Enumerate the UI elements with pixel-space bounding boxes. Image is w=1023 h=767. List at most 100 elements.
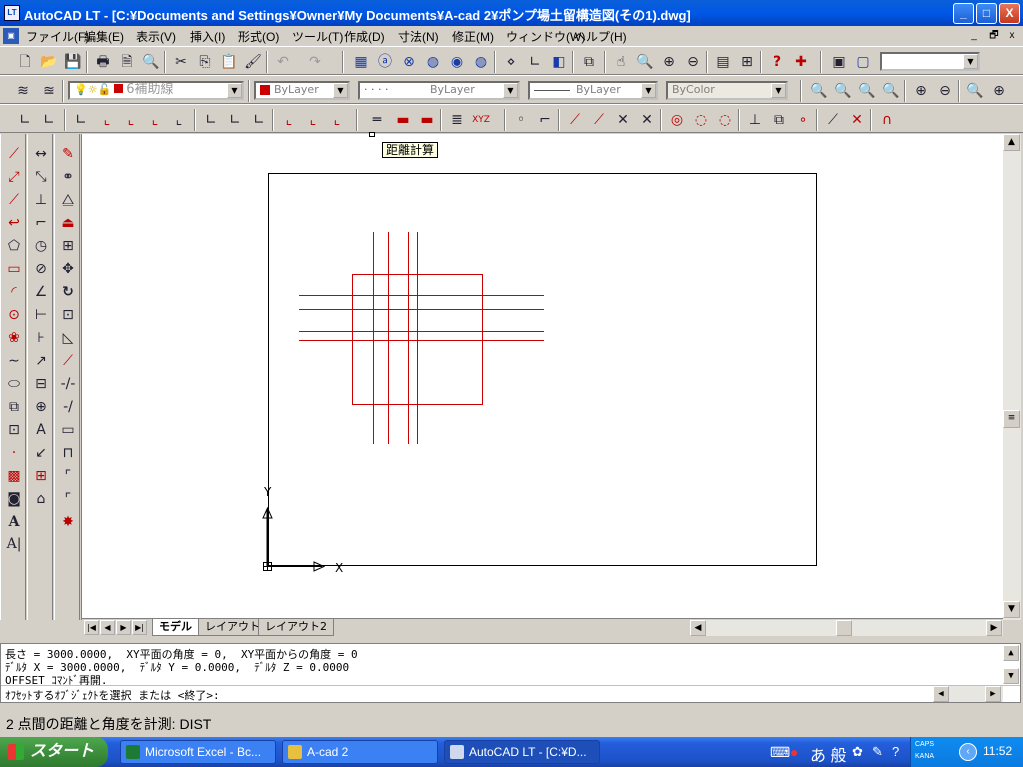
snap-nearest-icon[interactable]: ⟋ bbox=[822, 110, 844, 130]
chevron-down-icon[interactable]: ▼ bbox=[641, 83, 656, 98]
angular-dimension-icon[interactable]: ∠ bbox=[30, 282, 52, 302]
close-button[interactable]: X bbox=[999, 3, 1020, 24]
snap-intersection-icon[interactable]: ✕ bbox=[612, 110, 634, 130]
explode-icon[interactable]: ✸ bbox=[57, 512, 79, 532]
new-feature-icon[interactable]: ✚ bbox=[790, 52, 812, 72]
chevron-down-icon[interactable]: ▼ bbox=[771, 83, 786, 98]
center-mark-icon[interactable]: ⊕ bbox=[30, 397, 52, 417]
tab-first-button[interactable]: |◀ bbox=[84, 620, 99, 635]
chevron-down-icon[interactable]: ▼ bbox=[333, 83, 348, 98]
ucs-orthographic-icon[interactable]: ⌞ bbox=[326, 110, 348, 130]
menu-file[interactable]: ファイル(F) bbox=[26, 28, 89, 45]
ucs-view-icon[interactable]: ⌞ bbox=[144, 110, 166, 130]
quickcalc-icon[interactable]: ▤ bbox=[712, 52, 734, 72]
cut-icon[interactable]: ✂ bbox=[170, 52, 192, 72]
pan-icon[interactable]: ☝ bbox=[610, 52, 632, 72]
ucs-y-icon[interactable]: ∟ bbox=[224, 110, 246, 130]
print-icon[interactable]: 🖶 bbox=[92, 52, 114, 72]
snap-endpoint-icon[interactable]: ⟋ bbox=[564, 110, 586, 130]
zoom-window-icon[interactable]: ⊕ bbox=[658, 52, 680, 72]
ucs-face-icon[interactable]: ⌞ bbox=[120, 110, 142, 130]
cmd-scroll-down-button[interactable]: ▼ bbox=[1003, 668, 1019, 684]
extend-icon[interactable]: -/- bbox=[57, 374, 79, 394]
id-point-icon[interactable]: XYZ bbox=[470, 110, 492, 130]
command-prompt[interactable]: ｵﾌｾｯﾄするｵﾌﾞｼﾞｪｸﾄを選択 または <終了>: bbox=[5, 687, 220, 703]
ucs-z-icon[interactable]: ∟ bbox=[248, 110, 270, 130]
ime-mode[interactable]: あ 般 bbox=[810, 742, 846, 766]
open-file-icon[interactable]: 📂 bbox=[38, 52, 60, 72]
join-icon[interactable]: ⊓ bbox=[57, 443, 79, 463]
line-icon[interactable]: ⟋ bbox=[3, 144, 25, 164]
horizontal-scrollbar[interactable]: ◀ ▶ bbox=[690, 620, 1003, 636]
snap-quadrant-icon[interactable]: ◌ bbox=[690, 110, 712, 130]
insert-block-icon[interactable]: ⧉ bbox=[3, 397, 25, 417]
scroll-left-button[interactable]: ◀ bbox=[690, 620, 706, 636]
construction-line-icon[interactable]: ⤢ bbox=[3, 167, 25, 187]
tab-prev-button[interactable]: ◀ bbox=[100, 620, 115, 635]
chevron-down-icon[interactable]: ▼ bbox=[503, 83, 518, 98]
zoom-scale-icon[interactable]: 🔍 bbox=[856, 81, 878, 101]
match-properties-icon[interactable]: 🖌 bbox=[242, 52, 264, 72]
linetype-combo[interactable]: · · · · ByLayer ▼ bbox=[358, 81, 520, 100]
today-icon[interactable]: ⓐ bbox=[374, 52, 396, 72]
help-icon[interactable]: ? bbox=[766, 52, 788, 72]
ucs-x-icon[interactable]: ∟ bbox=[200, 110, 222, 130]
hscroll-thumb[interactable] bbox=[836, 620, 852, 636]
zoom-center-icon[interactable]: 🔍 bbox=[880, 81, 902, 101]
diameter-dimension-icon[interactable]: ⊘ bbox=[30, 259, 52, 279]
new-file-icon[interactable]: 🗋 bbox=[14, 52, 36, 72]
tool-palettes-icon[interactable]: ⊗ bbox=[398, 52, 420, 72]
make-block-icon[interactable]: ⊡ bbox=[3, 420, 25, 440]
menu-help[interactable]: ヘルプ(H) bbox=[574, 28, 627, 45]
scroll-thumb[interactable]: ≡ bbox=[1003, 410, 1020, 428]
properties-icon[interactable]: ◍ bbox=[422, 52, 444, 72]
snap-from-icon[interactable]: ⌐ bbox=[534, 110, 556, 130]
donut-icon[interactable]: ⊙ bbox=[3, 305, 25, 325]
menu-view[interactable]: 表示(V) bbox=[136, 28, 176, 45]
viewport-scale-combo[interactable]: ▼ bbox=[880, 52, 980, 71]
tab-next-button[interactable]: ▶ bbox=[116, 620, 131, 635]
print-preview-icon[interactable]: 🗎 bbox=[116, 52, 138, 72]
offset-icon[interactable]: ⏏ bbox=[57, 213, 79, 233]
trim-icon[interactable]: ⟋ bbox=[57, 351, 79, 371]
doc-close-button[interactable]: x bbox=[1004, 28, 1020, 43]
doc-minimize-button[interactable]: _ bbox=[966, 28, 982, 43]
ucs-icon[interactable]: ∟ bbox=[524, 52, 546, 72]
snap-tangent-icon[interactable]: ◌ bbox=[714, 110, 736, 130]
move-icon[interactable]: ✥ bbox=[57, 259, 79, 279]
copy-icon[interactable]: ⎘ bbox=[194, 52, 216, 72]
snap-perpendicular-icon[interactable]: ⊥ bbox=[744, 110, 766, 130]
document-icon[interactable]: ▣ bbox=[3, 28, 19, 44]
undo-icon[interactable]: ↶ bbox=[272, 52, 294, 72]
tab-last-button[interactable]: ▶| bbox=[132, 620, 147, 635]
paper-space-icon[interactable]: ▢ bbox=[852, 52, 874, 72]
dim-spacer-icon[interactable]: ⌐ bbox=[30, 213, 52, 233]
menu-dimension[interactable]: 寸法(N) bbox=[398, 28, 439, 45]
maximize-button[interactable]: □ bbox=[976, 3, 997, 24]
menu-edit[interactable]: 編集(E) bbox=[84, 28, 124, 45]
zoom-realtime-icon[interactable]: 🔍 bbox=[634, 52, 656, 72]
fillet-icon[interactable]: ⌜ bbox=[57, 489, 79, 509]
copy-object-icon[interactable]: ⚭ bbox=[57, 167, 79, 187]
table-icon[interactable]: ⊞ bbox=[736, 52, 758, 72]
ucs-object-icon[interactable]: ⌞ bbox=[96, 110, 118, 130]
spline-icon[interactable]: ∼ bbox=[3, 351, 25, 371]
paste-icon[interactable]: 📋 bbox=[218, 52, 240, 72]
vertical-scrollbar[interactable]: ▲ ≡ ▼ bbox=[1003, 134, 1021, 620]
menu-insert[interactable]: 挿入(I) bbox=[190, 28, 225, 45]
menu-tools[interactable]: ツール(T) bbox=[292, 28, 343, 45]
named-views-icon[interactable]: ◧ bbox=[548, 52, 570, 72]
snap-none-icon[interactable]: ✕ bbox=[846, 110, 868, 130]
snap-temp-icon[interactable]: ◦ bbox=[510, 110, 532, 130]
layer-manager-icon[interactable]: ≋ bbox=[12, 81, 34, 101]
cmd-scroll-right-button[interactable]: ▶ bbox=[985, 686, 1001, 702]
mirror-icon[interactable]: ⧋ bbox=[57, 190, 79, 210]
command-window[interactable]: 長さ = 3000.0000, XY平面の角度 = 0, XY平面からの角度 =… bbox=[0, 643, 1021, 703]
scale-icon[interactable]: ⊡ bbox=[57, 305, 79, 325]
save-icon[interactable]: 💾 bbox=[62, 52, 84, 72]
menu-draw[interactable]: 作成(D) bbox=[344, 28, 385, 45]
radius-dimension-icon[interactable]: ◷ bbox=[30, 236, 52, 256]
ucs-3point-icon[interactable]: ⌞ bbox=[168, 110, 190, 130]
snap-node-icon[interactable]: ∘ bbox=[792, 110, 814, 130]
ordinate-dimension-icon[interactable]: ⊥ bbox=[30, 190, 52, 210]
